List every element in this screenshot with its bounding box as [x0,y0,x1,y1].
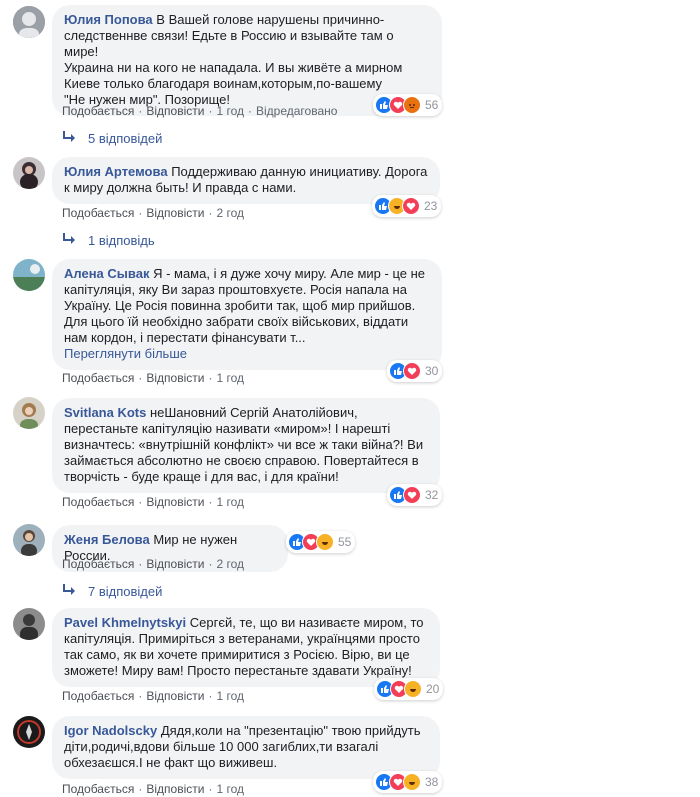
comment-author[interactable]: Юлия Попова [64,12,153,27]
replies-count[interactable]: 7 відповідей [88,584,162,599]
replies-count[interactable]: 5 відповідей [88,131,162,146]
reply-button[interactable]: Відповісти [146,689,204,703]
like-button[interactable]: Подобається [62,689,134,703]
comment-actions: Подобається · Відповісти · 2 год [62,206,244,220]
comment-author[interactable]: Igor Nadolscky [64,723,157,738]
love-icon [402,197,420,215]
comment-actions: Подобається · Відповісти · 1 год [62,689,244,703]
avatar[interactable] [13,716,45,748]
avatar[interactable] [13,157,45,189]
comment-time[interactable]: 2 год [216,206,244,220]
like-button[interactable]: Подобається [62,557,134,571]
comment-actions: Подобається · Відповісти · 1 год [62,782,244,796]
comment-time[interactable]: 2 год [216,557,244,571]
reaction-count: 56 [425,98,439,112]
reaction-count: 38 [425,775,439,789]
comment-author[interactable]: Алена Сывак [64,266,149,281]
comment-actions: Подобається · Відповісти · 2 год [62,557,244,571]
reply-button[interactable]: Відповісти [146,206,204,220]
reaction-count: 30 [425,364,439,378]
reactions-summary[interactable]: 55 [286,531,356,553]
like-button[interactable]: Подобається [62,206,134,220]
comment-time[interactable]: 1 год [216,689,244,703]
comment-author[interactable]: Pavel Khmelnytskyi [64,615,186,630]
view-replies-link[interactable]: 1 відповідь [62,233,155,248]
like-button[interactable]: Подобається [62,495,134,509]
avatar[interactable] [13,397,45,429]
haha-icon [403,773,421,791]
comment-actions: Подобається · Відповісти · 1 год [62,495,244,509]
view-replies-link[interactable]: 7 відповідей [62,584,162,599]
reply-button[interactable]: Відповісти [146,371,204,385]
see-more-link[interactable]: Переглянути більше [64,346,430,362]
reactions-summary[interactable]: 23 [372,195,442,217]
love-icon [403,486,421,504]
comment-author[interactable]: Svitlana Kots [64,405,146,420]
reply-button[interactable]: Відповісти [146,495,204,509]
reply-arrow-icon [62,233,76,248]
comment-bubble: Svitlana Kots неШановний Сергій Анатолій… [52,398,440,493]
avatar[interactable] [13,259,45,291]
reaction-count: 32 [425,488,439,502]
reactions-summary[interactable]: 20 [374,678,444,700]
like-button[interactable]: Подобається [62,371,134,385]
reply-button[interactable]: Відповісти [146,557,204,571]
haha-icon [404,680,422,698]
reply-button[interactable]: Відповісти [146,104,204,118]
angry-icon [403,96,421,114]
comment-actions: Подобається · Відповісти · 1 год [62,371,244,385]
reactions-summary[interactable]: 56 [373,94,443,116]
edited-label: Відредаговано [256,104,338,118]
replies-count[interactable]: 1 відповідь [88,233,155,248]
comment-actions: Подобається · Відповісти · 1 год · Відредагова… [62,104,338,118]
reaction-count: 20 [426,682,440,696]
comment-time[interactable]: 1 год [216,371,244,385]
comment-time[interactable]: 1 год [216,104,244,118]
comment-author[interactable]: Юлия Артемова [64,164,168,179]
reply-button[interactable]: Відповісти [146,782,204,796]
comment-bubble: Pavel Khmelnytskyi Сергєй, те, що ви наз… [52,608,440,687]
like-button[interactable]: Подобається [62,104,134,118]
comment-author[interactable]: Женя Белова [64,532,150,547]
haha-icon [316,533,334,551]
avatar[interactable] [13,608,45,640]
avatar[interactable] [13,6,45,38]
reaction-count: 23 [424,199,438,213]
like-button[interactable]: Подобається [62,782,134,796]
view-replies-link[interactable]: 5 відповідей [62,131,162,146]
love-icon [403,362,421,380]
comment-bubble: Igor Nadolscky Дядя,коли на "презентацію… [52,716,440,779]
reactions-summary[interactable]: 38 [373,771,443,793]
reactions-summary[interactable]: 30 [387,360,443,382]
comment-time[interactable]: 1 год [216,495,244,509]
reactions-summary[interactable]: 32 [387,484,443,506]
comment-time[interactable]: 1 год [216,782,244,796]
comment-bubble: Алена Сывак Я - мама, і я дуже хочу миру… [52,259,442,370]
reply-arrow-icon [62,584,76,599]
reaction-count: 55 [338,535,352,549]
reply-arrow-icon [62,131,76,146]
avatar[interactable] [13,524,45,556]
